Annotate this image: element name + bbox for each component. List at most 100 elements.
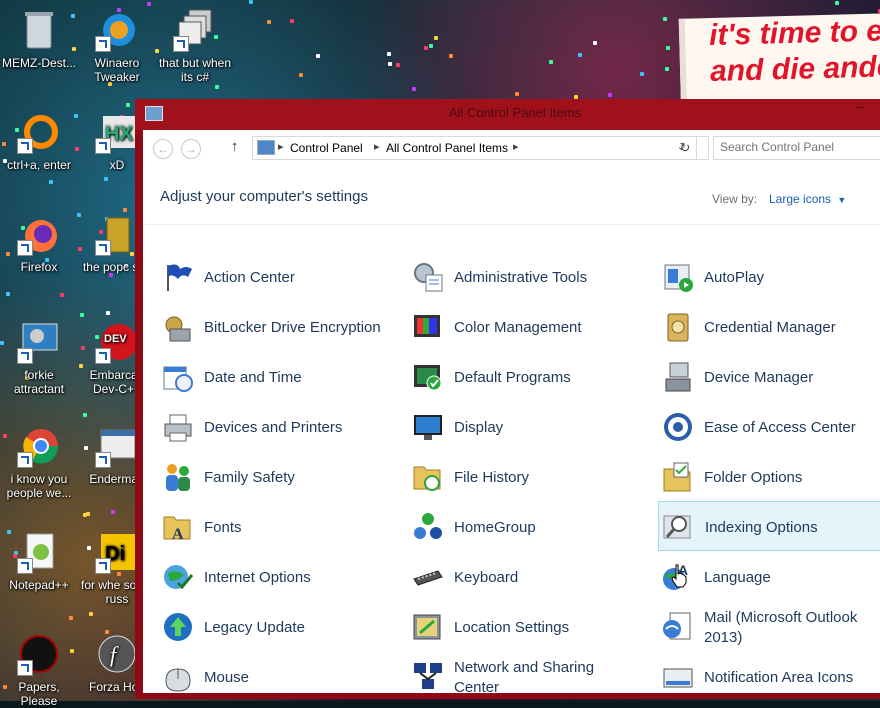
cp-item-label[interactable]: HomeGroup (454, 518, 634, 538)
cp-item-label[interactable]: Mouse (204, 668, 384, 688)
cp-item-label[interactable]: Network and Sharing Center (454, 658, 634, 693)
chevron-down-icon[interactable]: ▼ (837, 195, 846, 205)
cp-item-label[interactable]: Indexing Options (705, 518, 880, 538)
cp-item-label[interactable]: Display (454, 418, 634, 438)
desktop-icon-label: ctrl+a, enter (7, 158, 71, 172)
desktop-icon-chrome[interactable]: i know you people we... (2, 424, 76, 500)
cp-item-homegroup[interactable]: HomeGroup (410, 504, 630, 550)
cp-item-label[interactable]: Legacy Update (204, 618, 384, 638)
cp-item-keyboard[interactable]: Keyboard (410, 554, 630, 600)
breadcrumb-control-panel[interactable]: Control Panel (290, 141, 363, 155)
cp-item-device-manager[interactable]: Device Manager (660, 354, 880, 400)
confetti-dot (316, 54, 320, 58)
cp-item-default-programs[interactable]: Default Programs (410, 354, 630, 400)
cp-item-internet-options[interactable]: Internet Options (160, 554, 380, 600)
cp-item-mail[interactable]: Mail (Microsoft Outlook 2013) (660, 604, 880, 650)
desktop-icon-papers-please[interactable]: Papers, Please (2, 632, 76, 708)
desktop-icon-winaero[interactable]: Winaero Tweaker (80, 8, 154, 84)
cp-item-family-safety[interactable]: Family Safety (160, 454, 380, 500)
cp-item-label[interactable]: Device Manager (704, 368, 880, 388)
desktop-icon-csharp[interactable]: that but when its c# (158, 8, 232, 84)
view-by-label: View by: (712, 192, 758, 206)
cp-item-devices-and-printers[interactable]: Devices and Printers (160, 404, 380, 450)
cp-item-label[interactable]: Ease of Access Center (704, 418, 880, 438)
confetti-dot (424, 46, 428, 50)
desktop-icon-notepadpp[interactable]: Notepad++ (2, 530, 76, 592)
cp-item-label[interactable]: Location Settings (454, 618, 634, 638)
cp-item-ease-of-access[interactable]: Ease of Access Center (660, 404, 880, 450)
cp-item-legacy-update[interactable]: Legacy Update (160, 604, 380, 650)
cp-item-action-center[interactable]: Action Center (160, 254, 380, 300)
cp-item-language[interactable]: A Language (660, 554, 880, 600)
hxd-icon: HX (95, 110, 139, 154)
cp-item-location-settings[interactable]: Location Settings (410, 604, 630, 650)
cp-item-label[interactable]: Credential Manager (704, 318, 880, 338)
cp-item-display[interactable]: Display (410, 404, 630, 450)
cp-item-label[interactable]: Keyboard (454, 568, 634, 588)
cp-item-network-sharing[interactable]: Network and Sharing Center (410, 654, 630, 693)
cp-item-label[interactable]: Mail (Microsoft Outlook 2013) (704, 608, 880, 648)
cp-item-credential-manager[interactable]: Credential Manager (660, 304, 880, 350)
notepadpp-icon (17, 530, 61, 574)
address-bar[interactable]: ▸ Control Panel ▸ All Control Panel Item… (252, 136, 709, 160)
forward-button[interactable]: → (181, 139, 201, 159)
cp-item-bitlocker[interactable]: BitLocker Drive Encryption (160, 304, 381, 350)
desktop-icon-ctrl-a[interactable]: ctrl+a, enter (2, 110, 76, 172)
confetti-dot (104, 177, 108, 181)
cp-item-notification-area[interactable]: Notification Area Icons (660, 654, 880, 693)
search-input[interactable] (720, 140, 880, 154)
back-button[interactable]: ← (153, 139, 173, 159)
cp-item-label[interactable]: Folder Options (704, 468, 880, 488)
cp-item-label[interactable]: Notification Area Icons (704, 668, 880, 688)
cp-item-label[interactable]: Family Safety (204, 468, 384, 488)
confetti-dot (215, 85, 219, 89)
view-by-dropdown[interactable]: Large icons ▼ (769, 192, 846, 206)
cp-item-color-management[interactable]: Color Management (410, 304, 630, 350)
cp-item-date-and-time[interactable]: Date and Time (160, 354, 380, 400)
cp-item-mouse[interactable]: Mouse (160, 654, 380, 693)
cp-item-fonts[interactable]: A Fonts (160, 504, 380, 550)
cp-item-label[interactable]: BitLocker Drive Encryption (204, 318, 384, 338)
mail-icon (663, 612, 691, 640)
confetti-dot (86, 512, 90, 516)
cp-item-label[interactable]: Color Management (454, 318, 634, 338)
control-panel-window[interactable]: All Control Panel Items ← → ↑ ▸ Control … (135, 99, 880, 699)
keyboard-icon (413, 570, 443, 586)
confetti-dot (106, 311, 110, 315)
cp-item-label[interactable]: Administrative Tools (454, 268, 634, 288)
breadcrumb-separator-icon[interactable]: ▸ (374, 140, 380, 153)
flash-icon: f (95, 632, 139, 676)
desktop-icon-label: forkie attractant (13, 368, 65, 396)
cp-item-indexing-options[interactable]: Indexing Options (658, 501, 880, 551)
cp-item-file-history[interactable]: File History (410, 454, 630, 500)
search-box[interactable] (713, 136, 880, 160)
cp-item-label[interactable]: Date and Time (204, 368, 384, 388)
up-button[interactable]: ↑ (231, 138, 239, 155)
cp-item-label[interactable]: Internet Options (204, 568, 384, 588)
cp-item-label[interactable]: Action Center (204, 268, 384, 288)
cp-item-label[interactable]: Devices and Printers (204, 418, 384, 438)
cp-item-label[interactable]: Default Programs (454, 368, 634, 388)
confetti-dot (434, 36, 438, 40)
breadcrumb-all-items[interactable]: All Control Panel Items (386, 141, 508, 155)
cp-item-label[interactable]: File History (454, 468, 634, 488)
cp-item-autoplay[interactable]: AutoPlay (660, 254, 880, 300)
breadcrumb-separator-icon[interactable]: ▸ (513, 140, 519, 153)
breadcrumb-separator-icon[interactable]: ▸ (278, 140, 284, 153)
cp-item-label[interactable]: AutoPlay (704, 268, 880, 288)
desktop-icon-firefox[interactable]: Firefox (2, 212, 76, 274)
desktop-icon-forkie[interactable]: forkie attractant (2, 320, 76, 396)
desktop-icon-memz[interactable]: MEMZ-Dest... (2, 8, 76, 70)
popcorn-icon (95, 212, 139, 256)
cp-item-administrative-tools[interactable]: Administrative Tools (410, 254, 630, 300)
cp-item-label[interactable]: Language (704, 568, 880, 588)
minimize-icon[interactable] (855, 107, 865, 108)
window-titlebar[interactable]: All Control Panel Items (135, 99, 880, 130)
refresh-button[interactable]: ↻ (674, 136, 697, 160)
stacked-windows-icon (173, 8, 217, 52)
view-by-value[interactable]: Large icons (769, 192, 831, 206)
cp-item-folder-options[interactable]: Folder Options (660, 454, 880, 500)
cp-item-label[interactable]: Fonts (204, 518, 384, 538)
confetti-dot (83, 413, 87, 417)
calendar-clock-icon (163, 366, 193, 392)
